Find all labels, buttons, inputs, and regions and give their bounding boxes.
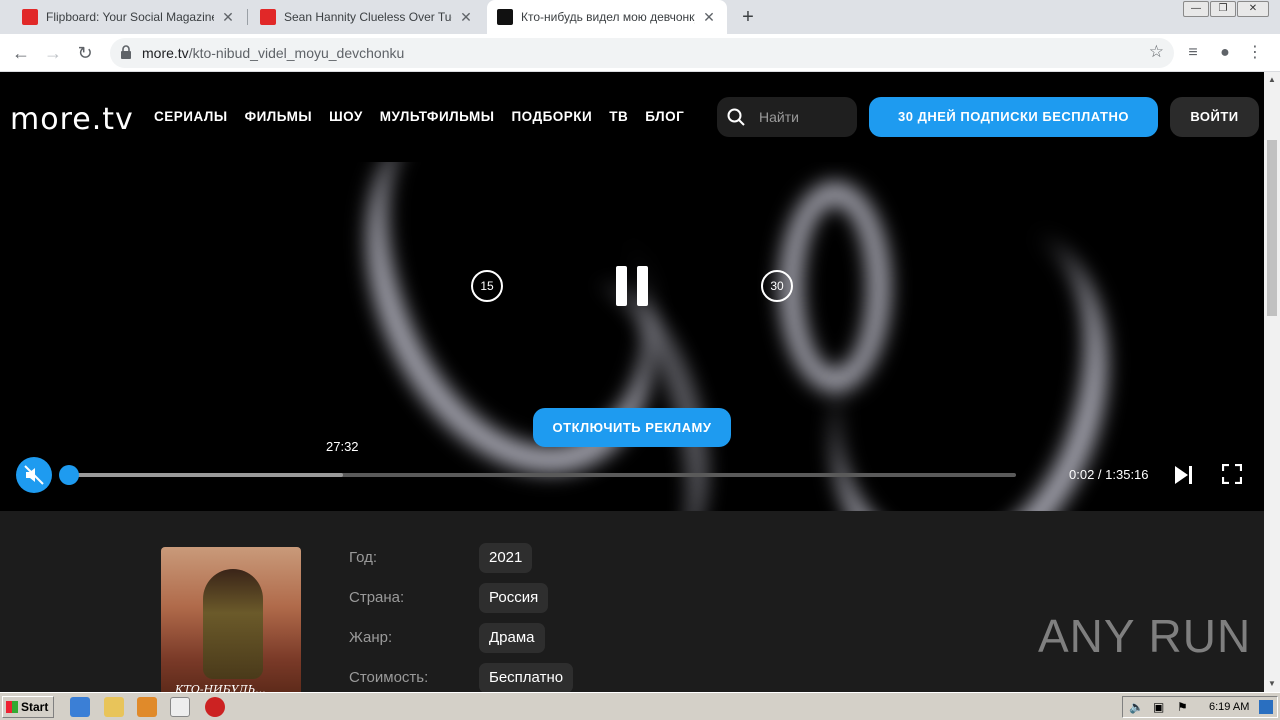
- price-chip: Бесплатно: [479, 663, 574, 692]
- nav-item-tv[interactable]: ТВ: [609, 109, 628, 124]
- anyrun-watermark: ANY RUN: [1038, 610, 1252, 662]
- poster-figure: [203, 569, 263, 679]
- rewind-15-button[interactable]: 15: [471, 270, 503, 302]
- browser-tab-flipboard[interactable]: Flipboard: Your Social Magazine ✕: [12, 0, 246, 34]
- system-tray: 🔈 ▣ ⚑: [1122, 696, 1278, 718]
- address-bar[interactable]: more.tv/kto-nibud_videl_moyu_devchonku ☆: [110, 38, 1174, 68]
- network-icon[interactable]: ▣: [1153, 700, 1164, 714]
- url-host: more.tv: [142, 45, 189, 61]
- main-nav: СЕРИАЛЫ ФИЛЬМЫ ШОУ МУЛЬТФИЛЬМЫ ПОДБОРКИ …: [154, 109, 701, 124]
- forward-arrow-icon[interactable]: →: [40, 40, 66, 66]
- start-button[interactable]: Start: [2, 696, 54, 718]
- minimize-button[interactable]: —: [1183, 1, 1209, 17]
- start-label: Start: [21, 700, 49, 714]
- flag-icon[interactable]: ⚑: [1177, 700, 1188, 714]
- free-subscription-button[interactable]: 30 ДНЕЙ ПОДПИСКИ БЕСПЛАТНО: [869, 97, 1158, 137]
- rewind-label: 15: [480, 279, 494, 293]
- nav-item-shows[interactable]: ШОУ: [329, 109, 363, 124]
- reload-icon[interactable]: ↻: [72, 40, 98, 66]
- media-control-icon[interactable]: ≡: [1182, 42, 1204, 64]
- scroll-up-arrow-icon[interactable]: ▲: [1264, 72, 1280, 88]
- tab-title: Sean Hannity Clueless Over Tucker Ca: [284, 10, 452, 24]
- forward-30-button[interactable]: 30: [761, 270, 793, 302]
- windows-taskbar: Start 🔈 ▣ ⚑ 6:19 AM: [0, 692, 1280, 720]
- lock-icon: [121, 45, 131, 59]
- video-player[interactable]: 15 30 ОТКЛЮЧИТЬ РЕКЛАМУ 27:32 0:02 / 1:3…: [0, 162, 1264, 511]
- scrollbar-thumb[interactable]: [1267, 140, 1277, 316]
- stop-app-icon[interactable]: [205, 697, 225, 717]
- moretv-favicon-icon: [497, 9, 513, 25]
- movie-info-section: КТО-НИБУДЬ... Год: 2021 Страна: Россия Ж…: [0, 511, 1264, 692]
- buffered-progress: [68, 473, 343, 477]
- fullscreen-icon[interactable]: [1222, 464, 1242, 484]
- close-icon[interactable]: ✕: [458, 9, 474, 26]
- media-player-icon[interactable]: [137, 697, 157, 717]
- country-chip[interactable]: Россия: [479, 583, 549, 613]
- browser-tab-hannity[interactable]: Sean Hannity Clueless Over Tucker Ca ✕: [250, 0, 484, 34]
- speaker-muted-icon: [24, 465, 44, 485]
- time-display: 0:02 / 1:35:16: [1069, 467, 1149, 482]
- url-text: more.tv/kto-nibud_videl_moyu_devchonku: [142, 45, 404, 61]
- new-tab-button[interactable]: +: [737, 6, 759, 28]
- windows-logo-icon: [6, 701, 18, 713]
- price-label: Стоимость:: [349, 669, 429, 686]
- search-icon: [727, 108, 745, 126]
- nav-item-serials[interactable]: СЕРИАЛЫ: [154, 109, 228, 124]
- restore-button[interactable]: ❐: [1210, 1, 1236, 17]
- scroll-down-arrow-icon[interactable]: ▼: [1264, 676, 1280, 692]
- next-episode-icon[interactable]: [1173, 464, 1195, 486]
- site-logo[interactable]: more.tv: [10, 102, 134, 137]
- genre-chip[interactable]: Драма: [479, 623, 545, 653]
- tab-title: Кто-нибудь видел мою девчонку? смотр: [521, 10, 695, 24]
- profile-avatar-icon[interactable]: ●: [1214, 42, 1236, 64]
- site-header: more.tv СЕРИАЛЫ ФИЛЬМЫ ШОУ МУЛЬТФИЛЬМЫ П…: [0, 72, 1264, 162]
- back-arrow-icon[interactable]: ←: [8, 40, 34, 66]
- browser-tab-strip: Flipboard: Your Social Magazine ✕ Sean H…: [0, 0, 1280, 34]
- close-icon[interactable]: ✕: [220, 9, 236, 26]
- close-icon[interactable]: ✕: [701, 9, 717, 26]
- search-box[interactable]: Найти: [717, 97, 857, 137]
- taskbar-clock: 6:19 AM: [1209, 701, 1250, 713]
- menu-kebab-icon[interactable]: ⋮: [1244, 42, 1266, 64]
- nav-item-films[interactable]: ФИЛЬМЫ: [245, 109, 313, 124]
- tab-title: Flipboard: Your Social Magazine: [46, 10, 214, 24]
- forward-label: 30: [770, 279, 784, 293]
- nav-item-blog[interactable]: БЛОГ: [645, 109, 684, 124]
- country-label: Страна:: [349, 589, 405, 606]
- poster-title: КТО-НИБУДЬ...: [175, 683, 266, 692]
- year-label: Год:: [349, 549, 378, 566]
- chrome-icon[interactable]: [170, 697, 190, 717]
- seek-handle[interactable]: [59, 465, 79, 485]
- disable-ads-button[interactable]: ОТКЛЮЧИТЬ РЕКЛАМУ: [533, 408, 731, 447]
- mute-button[interactable]: [16, 457, 52, 493]
- explorer-folder-icon[interactable]: [104, 697, 124, 717]
- nav-item-cartoons[interactable]: МУЛЬТФИЛЬМЫ: [380, 109, 495, 124]
- volume-icon[interactable]: 🔈: [1129, 700, 1144, 714]
- notification-icon[interactable]: [1259, 700, 1273, 714]
- tab-separator: [247, 9, 248, 25]
- flipboard-favicon-icon: [22, 9, 38, 25]
- seek-hover-time: 27:32: [326, 439, 359, 454]
- browser-toolbar: ← → ↻ more.tv/kto-nibud_videl_moyu_devch…: [0, 34, 1280, 72]
- pause-button[interactable]: [616, 266, 648, 306]
- bookmark-star-icon[interactable]: ☆: [1149, 42, 1164, 62]
- search-placeholder: Найти: [759, 109, 799, 125]
- nav-item-collections[interactable]: ПОДБОРКИ: [511, 109, 592, 124]
- ie-icon[interactable]: [70, 697, 90, 717]
- browser-tab-moretv[interactable]: Кто-нибудь видел мою девчонку? смотр ✕: [487, 0, 727, 34]
- login-button[interactable]: ВОЙТИ: [1170, 97, 1259, 137]
- seek-bar[interactable]: [59, 465, 1016, 485]
- movie-poster[interactable]: КТО-НИБУДЬ...: [161, 547, 301, 692]
- window-close-button[interactable]: ✕: [1237, 1, 1269, 17]
- year-chip[interactable]: 2021: [479, 543, 533, 573]
- flipboard-favicon-icon: [260, 9, 276, 25]
- url-path: /kto-nibud_videl_moyu_devchonku: [188, 45, 405, 61]
- page-scrollbar[interactable]: ▲ ▼: [1264, 72, 1280, 692]
- genre-label: Жанр:: [349, 629, 393, 646]
